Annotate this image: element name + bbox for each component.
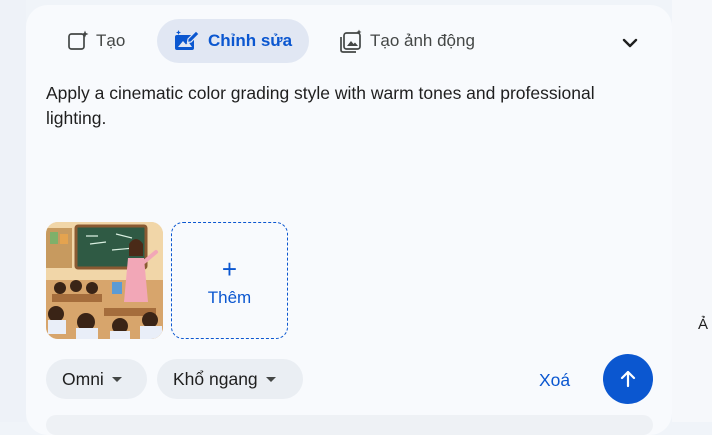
image-edit-panel: Tạo Chỉnh sửa Tạo ảnh động Apply a cinem…: [26, 5, 672, 435]
dropdown-caret-icon: [111, 376, 122, 382]
plus-icon: +: [221, 253, 238, 284]
tab-edit[interactable]: Chỉnh sửa: [157, 19, 309, 63]
image-sparkle-icon: [66, 29, 90, 53]
tab-create[interactable]: Tạo: [66, 19, 125, 63]
prompt-text[interactable]: Apply a cinematic color grading style wi…: [46, 81, 636, 131]
tab-edit-label: Chỉnh sửa: [207, 31, 293, 50]
add-image-label: Thêm: [207, 287, 252, 307]
edit-image-icon: [174, 29, 200, 53]
tab-animate[interactable]: Tạo ảnh động: [338, 19, 475, 63]
add-image-button[interactable]: + Thêm: [171, 222, 288, 339]
secondary-input-bar: [46, 415, 653, 435]
arrow-up-icon: [620, 370, 636, 388]
classroom-illustration: [46, 222, 163, 339]
aspect-ratio-label: Khổ ngang: [173, 368, 258, 389]
model-select[interactable]: Omni: [46, 359, 147, 399]
dropdown-caret-icon: [265, 376, 276, 382]
right-panel-cutoff-text: Ả: [698, 316, 709, 333]
tab-animate-label: Tạo ảnh động: [370, 31, 475, 50]
attached-image-thumbnail[interactable]: [46, 222, 163, 339]
clear-button[interactable]: Xoá: [539, 370, 570, 391]
aspect-ratio-select[interactable]: Khổ ngang: [157, 359, 303, 399]
expand-button[interactable]: [618, 31, 642, 55]
left-panel-edge: [0, 0, 26, 422]
animate-images-icon: [338, 29, 364, 53]
model-select-label: Omni: [62, 368, 104, 389]
send-button[interactable]: [603, 354, 653, 404]
chevron-down-icon: [622, 38, 638, 48]
right-panel-edge: [672, 0, 712, 422]
tab-create-label: Tạo: [96, 31, 126, 50]
